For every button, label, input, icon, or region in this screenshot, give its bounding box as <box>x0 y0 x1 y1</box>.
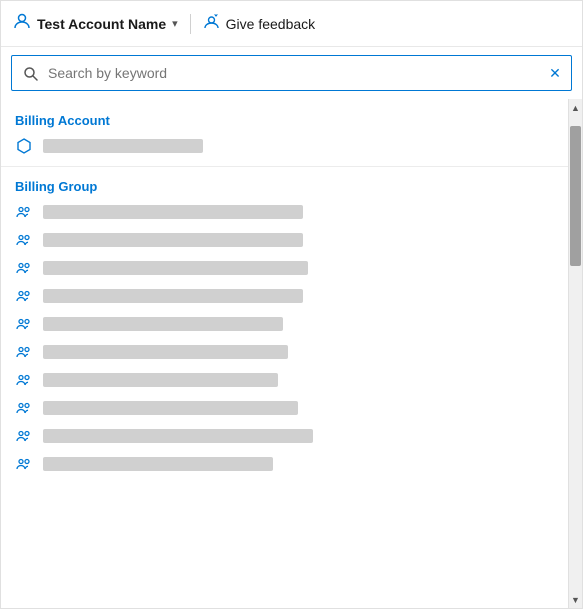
billing-group-icon <box>15 372 33 388</box>
main-container: Test Account Name ▾ Give feedback <box>0 0 583 609</box>
feedback-label: Give feedback <box>226 16 316 32</box>
billing-group-icon <box>15 260 33 276</box>
list-item[interactable] <box>1 394 568 422</box>
scroll-content: Billing Account Billing Group <box>1 99 568 608</box>
list-item[interactable] <box>1 226 568 254</box>
scroll-down-arrow[interactable]: ▼ <box>569 591 583 608</box>
billing-group-redacted <box>43 233 303 247</box>
billing-group-redacted <box>43 261 308 275</box>
chevron-down-icon: ▾ <box>172 17 178 30</box>
search-icon <box>12 66 48 81</box>
billing-group-redacted <box>43 205 303 219</box>
billing-group-icon <box>15 288 33 304</box>
feedback-icon <box>203 13 220 34</box>
billing-group-redacted <box>43 401 298 415</box>
list-item[interactable] <box>1 282 568 310</box>
billing-group-icon <box>15 344 33 360</box>
scrollbar[interactable]: ▲ ▼ <box>568 99 582 608</box>
section-divider <box>1 166 568 167</box>
billing-group-redacted <box>43 345 288 359</box>
billing-group-redacted <box>43 289 303 303</box>
account-name: Test Account Name <box>37 16 166 32</box>
billing-group-redacted <box>43 457 273 471</box>
list-item[interactable] <box>1 310 568 338</box>
billing-group-icon <box>15 204 33 220</box>
header: Test Account Name ▾ Give feedback <box>1 1 582 47</box>
billing-group-icon <box>15 400 33 416</box>
account-selector[interactable]: Test Account Name ▾ <box>13 12 178 35</box>
search-input[interactable] <box>48 65 539 81</box>
content-area: Billing Account Billing Group <box>1 99 582 608</box>
billing-group-icon <box>15 316 33 332</box>
list-item[interactable] <box>1 366 568 394</box>
search-clear-button[interactable]: ✕ <box>539 65 571 82</box>
scroll-up-arrow[interactable]: ▲ <box>569 99 583 116</box>
scroll-track[interactable] <box>569 116 582 591</box>
billing-account-redacted <box>43 139 203 153</box>
billing-account-header: Billing Account <box>1 107 568 132</box>
list-item[interactable] <box>1 198 568 226</box>
billing-group-header: Billing Group <box>1 173 568 198</box>
billing-group-icon <box>15 456 33 472</box>
list-item[interactable] <box>1 338 568 366</box>
list-item[interactable] <box>1 450 568 478</box>
list-item[interactable] <box>1 422 568 450</box>
billing-group-icon <box>15 232 33 248</box>
list-item[interactable] <box>1 254 568 282</box>
search-bar: ✕ <box>11 55 572 91</box>
billing-group-icon <box>15 428 33 444</box>
billing-account-item[interactable] <box>1 132 568 160</box>
scroll-thumb[interactable] <box>570 126 581 266</box>
billing-account-icon <box>15 138 33 154</box>
billing-group-redacted <box>43 429 313 443</box>
billing-group-redacted <box>43 373 278 387</box>
header-divider <box>190 14 191 34</box>
account-icon <box>13 12 31 35</box>
feedback-button[interactable]: Give feedback <box>203 13 316 34</box>
billing-group-redacted <box>43 317 283 331</box>
